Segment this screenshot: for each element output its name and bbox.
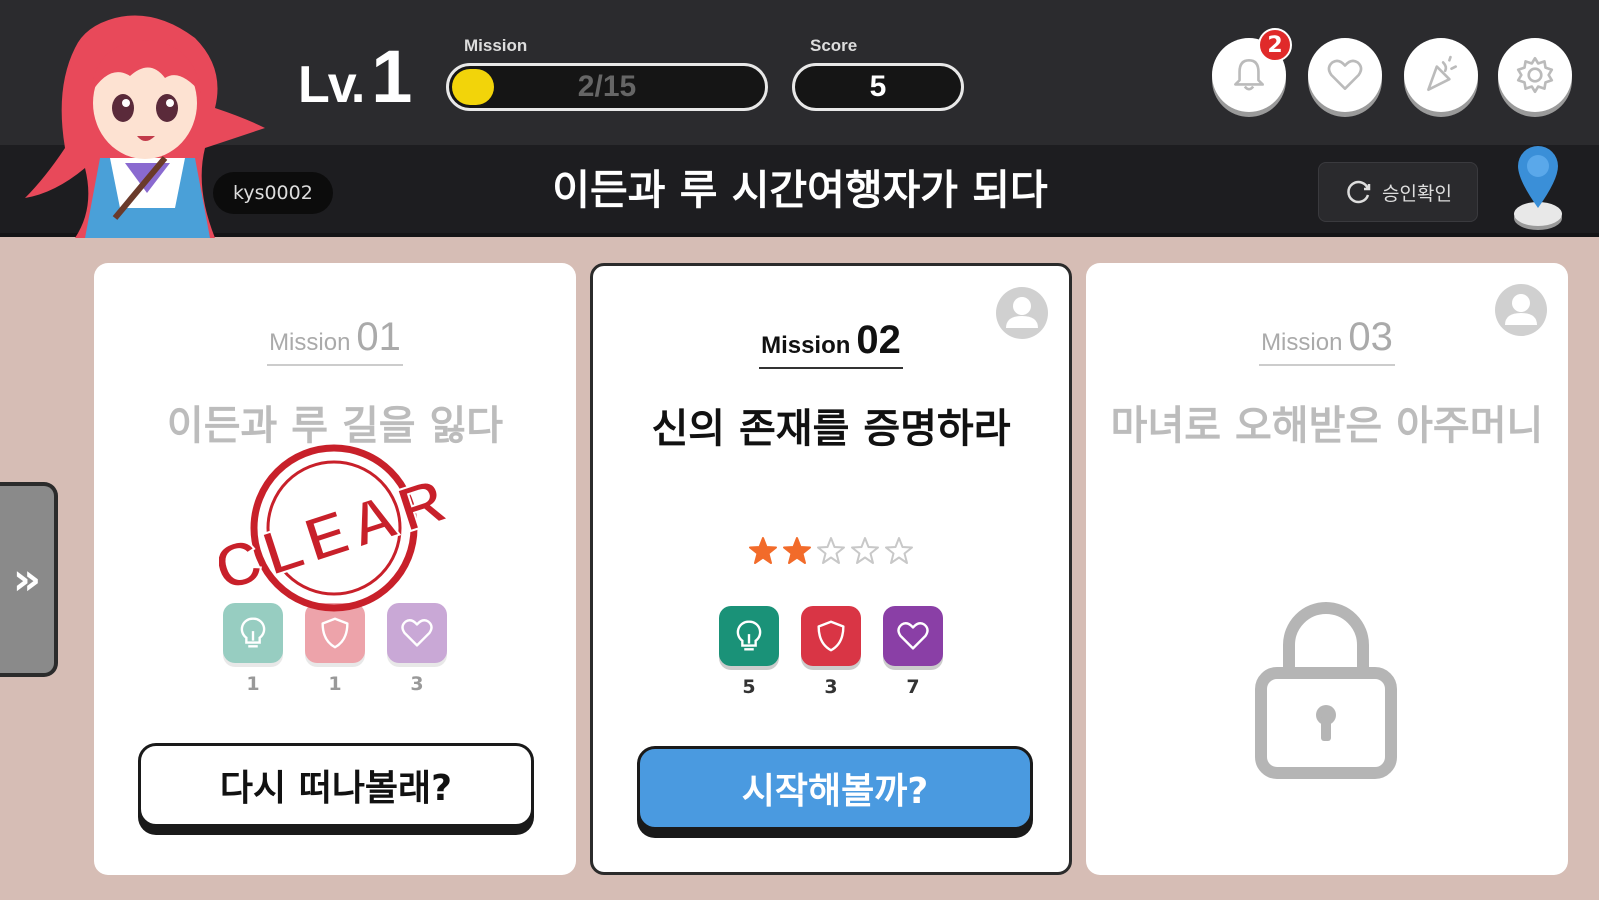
level-prefix: Lv.: [298, 56, 365, 114]
username-badge: kys0002: [213, 172, 333, 214]
location-pin-icon[interactable]: [1510, 138, 1566, 234]
star-filled-icon: [749, 537, 777, 564]
star-empty-icon: [817, 537, 845, 564]
clear-stamp: CLEAR: [219, 444, 449, 612]
start-mission-button[interactable]: 시작해볼까?: [637, 746, 1033, 830]
heart-icon: [897, 622, 929, 650]
level-number: 1: [371, 35, 413, 118]
mission-card-1[interactable]: Mission 01 이든과 루 길을 잃다 1 1 3 CLEAR 다시 떠나…: [94, 263, 576, 875]
heart-icon: [1327, 59, 1363, 90]
clear-stamp-text: CLEAR: [219, 464, 449, 605]
mission-word: Mission: [1261, 329, 1343, 356]
expand-side-tab[interactable]: »: [0, 482, 58, 677]
story-title: 이든과 루 시간여행자가 되다: [552, 166, 1048, 214]
heart-count: 3: [410, 673, 424, 695]
confirm-approval-label: 승인확인: [1382, 182, 1452, 205]
favorites-button[interactable]: [1308, 38, 1382, 112]
party-popper-icon: [1427, 55, 1458, 92]
double-chevron-icon: »: [12, 554, 42, 605]
refresh-icon: [1347, 180, 1371, 204]
restart-mission-button[interactable]: 다시 떠나볼래?: [138, 743, 534, 827]
gear-icon: [1516, 56, 1554, 94]
mission-progress-bar: 2/15: [446, 63, 768, 111]
mission-card-3[interactable]: Mission 03 마녀로 오해받은 아주머니: [1086, 263, 1568, 875]
confirm-approval-button[interactable]: 승인확인: [1318, 162, 1478, 222]
mission-number: 03: [1348, 315, 1393, 359]
settings-button[interactable]: [1498, 38, 1572, 112]
mission-progress-text: 2/15: [577, 70, 637, 103]
lightbulb-icon: [736, 620, 762, 651]
score-label: Score: [810, 36, 858, 55]
star-filled-icon: [783, 537, 811, 564]
mission-stats: 5 3 7: [593, 606, 1069, 698]
star-empty-icon: [885, 537, 913, 564]
star-empty-icon: [851, 537, 879, 564]
bell-icon: [1234, 58, 1264, 91]
mission-word: Mission: [761, 332, 851, 359]
mission-heading: Mission 01: [267, 315, 403, 366]
mission-title: 신의 존재를 증명하라: [651, 406, 1011, 452]
party-button[interactable]: [1404, 38, 1478, 112]
mission-title: 마녀로 오해받은 아주머니: [1110, 403, 1544, 449]
mission-heading: Mission 02: [759, 318, 903, 369]
shield-count: 1: [328, 673, 342, 695]
shield-stat-box: [801, 606, 861, 666]
shield-count: 3: [824, 676, 838, 698]
hint-stat-box: [719, 606, 779, 666]
level-display: Lv. 1: [298, 34, 412, 119]
lock-icon: [1255, 602, 1397, 779]
mission-word: Mission: [269, 329, 351, 356]
mission-label: Mission: [464, 36, 528, 55]
shield-icon: [817, 620, 845, 652]
mission-heading: Mission 03: [1259, 315, 1395, 366]
hint-count: 5: [742, 676, 756, 698]
score-value: 5: [792, 63, 964, 111]
heart-stat-box: [883, 606, 943, 666]
mission-number: 02: [856, 318, 901, 362]
mission-card-2[interactable]: Mission 02 신의 존재를 증명하라 5 3 7 시작해볼까?: [590, 263, 1072, 875]
notification-badge: 2: [1258, 28, 1292, 62]
difficulty-stars: [593, 536, 1069, 566]
mission-number: 01: [356, 315, 401, 359]
heart-count: 7: [906, 676, 920, 698]
hint-count: 1: [246, 673, 260, 695]
